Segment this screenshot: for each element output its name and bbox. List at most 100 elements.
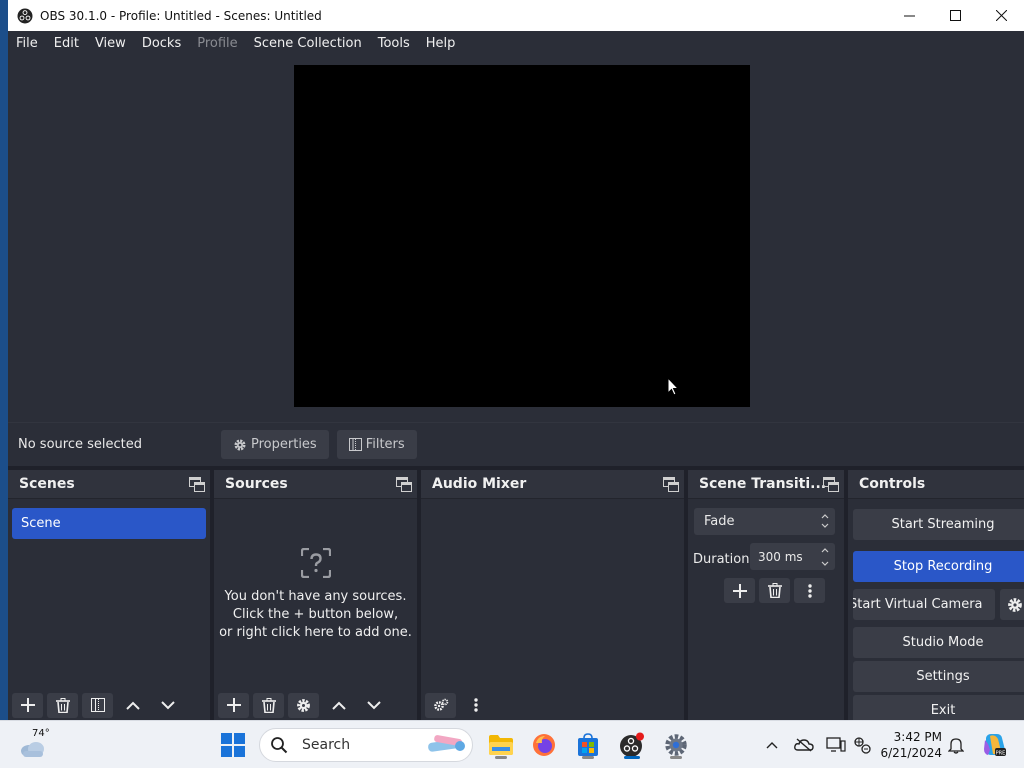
filter-icon (348, 438, 362, 451)
menu-docks[interactable]: Docks (134, 36, 189, 51)
duration-label: Duration (693, 552, 750, 567)
maximize-button[interactable] (932, 0, 978, 31)
undock-icon[interactable] (396, 477, 412, 492)
start-streaming-button[interactable]: Start Streaming (853, 509, 1024, 540)
audio-mixer-menu-button[interactable] (460, 693, 491, 718)
undock-icon[interactable] (189, 477, 205, 492)
remove-scene-button[interactable] (47, 692, 78, 718)
start-virtual-camera-button[interactable]: Start Virtual Camera (853, 589, 995, 620)
remove-source-button[interactable] (253, 692, 284, 718)
svg-text:PRE: PRE (996, 751, 1006, 757)
trash-icon (261, 697, 276, 713)
minimize-button[interactable] (886, 0, 932, 31)
taskbar-settings[interactable] (659, 729, 693, 761)
clock-date: 6/21/2024 (880, 746, 942, 760)
chevron-updown-icon (821, 512, 829, 533)
mouse-cursor-icon (667, 377, 679, 396)
sources-dock-header: Sources (214, 470, 417, 499)
audio-mixer-header: Audio Mixer (421, 470, 684, 499)
move-source-down-button[interactable] (358, 693, 389, 718)
sources-empty-line2: Click the + button below, (232, 607, 399, 622)
cloud-offline-icon (794, 738, 814, 752)
scene-filters-button[interactable] (82, 692, 113, 718)
taskbar-file-explorer[interactable] (484, 729, 518, 761)
copilot-button[interactable]: PRE (980, 731, 1008, 759)
title-bar: OBS 30.1.0 - Profile: Untitled - Scenes:… (8, 0, 1024, 31)
menu-help[interactable]: Help (418, 36, 464, 51)
menu-view[interactable]: View (87, 36, 134, 51)
plus-icon (732, 583, 747, 598)
copilot-icon: PRE (984, 734, 1006, 757)
menu-tools[interactable]: Tools (370, 36, 418, 51)
add-transition-button[interactable] (724, 578, 755, 603)
windows-taskbar: 74° Search 3:42 PM 6/21/2024 PRE (0, 720, 1024, 768)
source-properties-button[interactable] (288, 692, 319, 718)
move-scene-up-button[interactable] (117, 693, 148, 718)
desktop-edge (0, 0, 8, 720)
properties-button[interactable]: Properties (221, 430, 329, 459)
advanced-audio-button[interactable] (425, 692, 456, 718)
trash-icon (55, 697, 70, 713)
controls-header: Controls (848, 470, 1024, 499)
stop-recording-label: Stop Recording (893, 559, 993, 574)
taskbar-search[interactable]: Search (259, 728, 473, 762)
virtual-camera-settings-button[interactable] (1000, 589, 1024, 620)
maximize-icon (949, 10, 961, 21)
settings-button[interactable]: Settings (853, 661, 1024, 692)
undock-icon[interactable] (663, 477, 679, 492)
preview-area (8, 56, 1024, 422)
question-icon (300, 548, 331, 578)
remove-transition-button[interactable] (759, 578, 790, 603)
audio-mixer-dock: Audio Mixer (421, 470, 684, 720)
running-indicator (582, 756, 594, 759)
active-app-indicator (624, 756, 640, 759)
filters-button[interactable]: Filters (336, 430, 417, 459)
search-placeholder: Search (302, 737, 351, 753)
plus-icon (20, 698, 35, 712)
menu-bar: File Edit View Docks Profile Scene Colle… (8, 31, 1024, 56)
tray-onedrive[interactable] (794, 735, 814, 755)
move-source-up-button[interactable] (323, 693, 354, 718)
transition-select[interactable]: Fade (694, 508, 835, 535)
running-indicator (495, 756, 507, 759)
stop-recording-button[interactable]: Stop Recording (853, 551, 1024, 582)
show-hidden-icons-button[interactable] (762, 735, 782, 755)
menu-edit[interactable]: Edit (46, 36, 87, 51)
taskbar-obs[interactable] (615, 729, 649, 761)
obs-logo-icon (620, 732, 644, 757)
chevron-up-icon (125, 701, 140, 710)
tray-network[interactable] (852, 735, 872, 755)
taskbar-store[interactable] (571, 729, 605, 761)
preview-canvas[interactable] (294, 65, 750, 407)
scenes-dock: Scenes Scene (8, 470, 210, 720)
sources-dock[interactable]: Sources You don't have any sources. Clic… (214, 470, 417, 720)
menu-scene-collection[interactable]: Scene Collection (246, 36, 370, 51)
system-clock[interactable]: 3:42 PM 6/21/2024 (872, 729, 942, 761)
scene-transitions-title: Scene Transiti... (699, 476, 827, 492)
tray-device[interactable] (826, 735, 846, 755)
add-scene-button[interactable] (12, 692, 43, 718)
menu-profile[interactable]: Profile (189, 36, 245, 51)
transition-selected: Fade (704, 514, 735, 529)
undock-icon[interactable] (823, 477, 839, 492)
spin-arrows-icon[interactable] (821, 546, 829, 571)
duration-spinbox[interactable]: 300 ms (750, 543, 835, 570)
chevron-up-icon (766, 742, 778, 749)
scene-transitions-dock: Scene Transiti... Fade Duration 300 ms (688, 470, 844, 720)
gear-icon (1008, 597, 1022, 612)
studio-mode-button[interactable]: Studio Mode (853, 627, 1024, 658)
notifications-button[interactable] (946, 735, 966, 755)
menu-file[interactable]: File (8, 36, 46, 51)
clock-time: 3:42 PM (893, 730, 942, 744)
filter-icon (90, 698, 105, 712)
monitor-phone-icon (826, 737, 846, 752)
scene-list-item[interactable]: Scene (12, 508, 206, 539)
studio-mode-label: Studio Mode (902, 635, 984, 650)
add-source-button[interactable] (218, 692, 249, 718)
close-button[interactable] (978, 0, 1024, 31)
move-scene-down-button[interactable] (152, 693, 183, 718)
start-button[interactable] (216, 729, 250, 761)
taskbar-firefox[interactable] (527, 729, 561, 761)
folder-icon (489, 735, 513, 755)
transition-menu-button[interactable] (794, 578, 825, 603)
